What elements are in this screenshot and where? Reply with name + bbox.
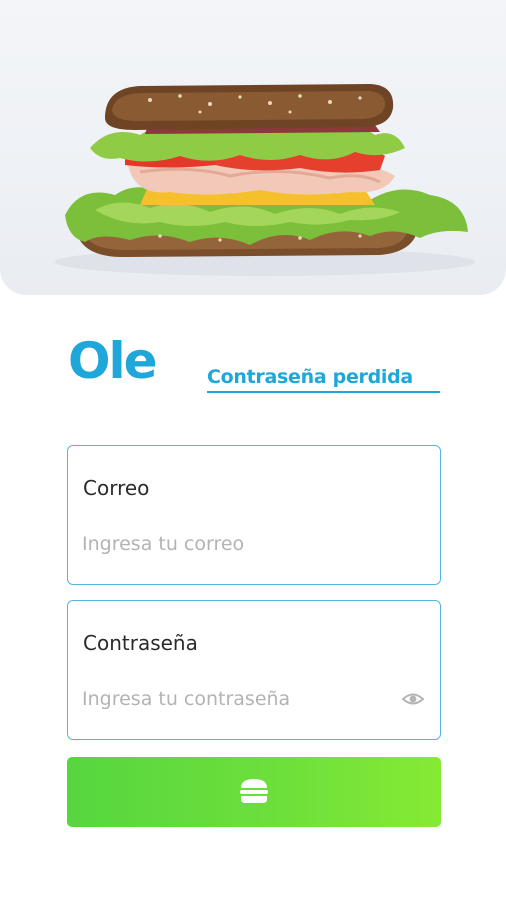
sandwich-illustration (55, 84, 475, 276)
password-field[interactable]: Contraseña (67, 600, 441, 740)
email-label: Correo (83, 476, 150, 500)
password-label: Contraseña (83, 631, 198, 655)
eye-icon[interactable] (401, 689, 425, 709)
login-screen: Ole Contraseña perdida Correo Contraseña (0, 0, 506, 900)
burger-icon (239, 777, 269, 808)
lost-password-link[interactable]: Contraseña perdida (207, 366, 440, 393)
email-field[interactable]: Correo (67, 445, 441, 585)
email-input[interactable] (82, 526, 382, 562)
login-button[interactable] (67, 757, 441, 827)
brand-logo: Ole (68, 332, 158, 390)
password-input[interactable] (82, 681, 382, 717)
hero-image (0, 0, 506, 295)
